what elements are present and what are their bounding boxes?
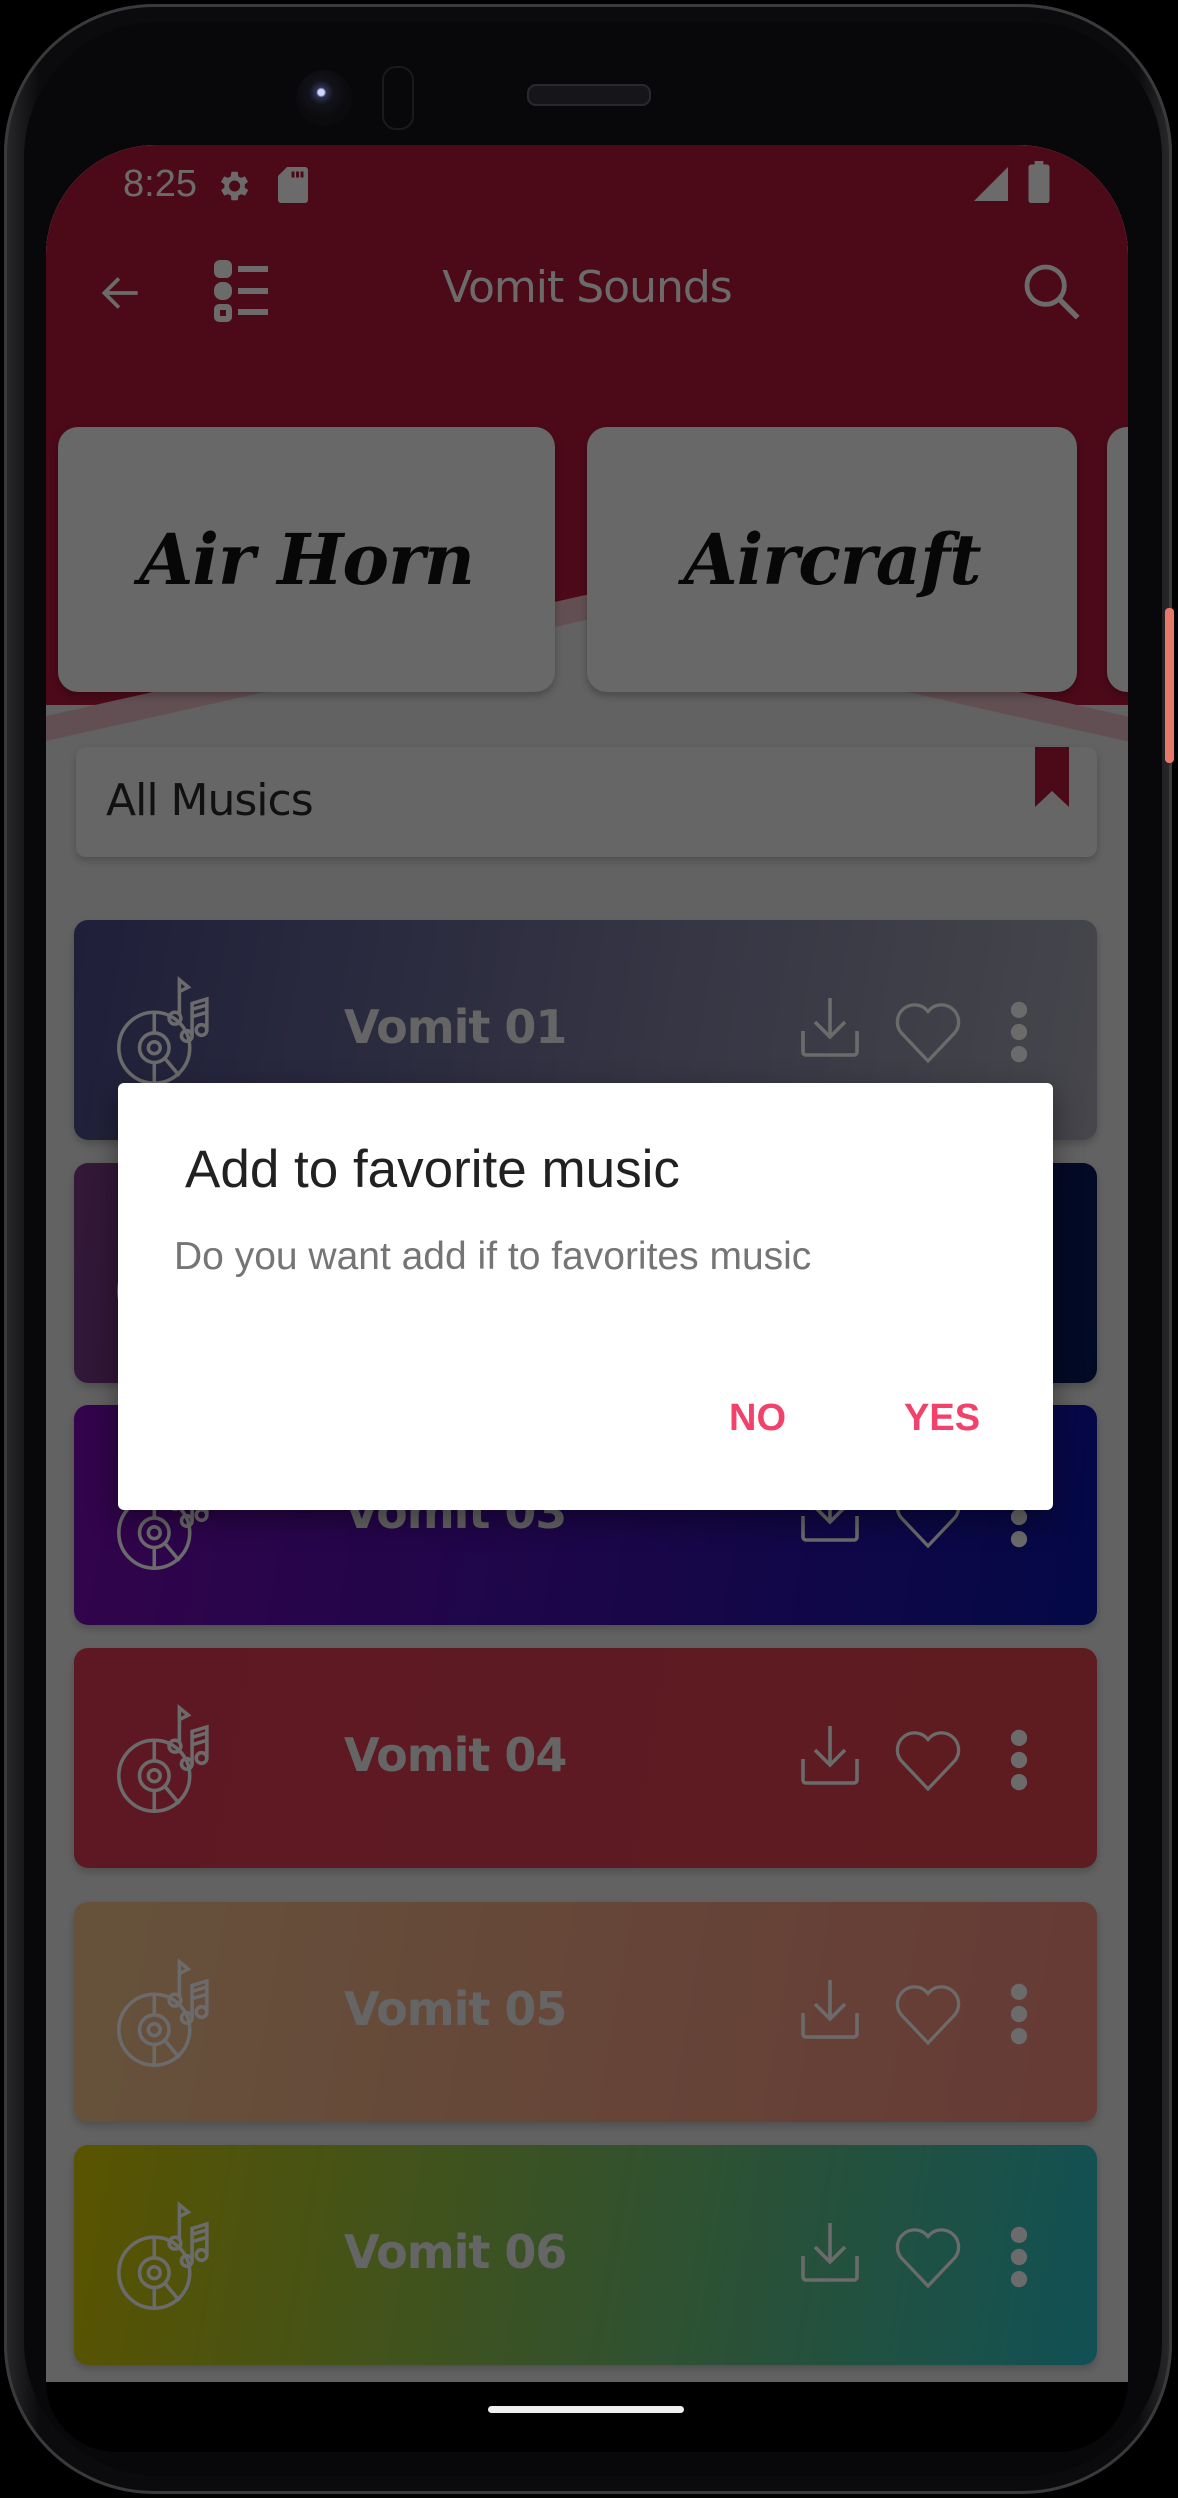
front-camera	[296, 70, 352, 126]
proximity-sensor	[382, 66, 414, 130]
app-screen: 8:25 Vomit Sou	[46, 145, 1128, 2382]
power-button[interactable]	[1165, 608, 1174, 763]
favorite-dialog: Add to favorite music Do you want add if…	[118, 1083, 1053, 1510]
no-button[interactable]: NO	[721, 1393, 794, 1444]
dialog-title: Add to favorite music	[185, 1140, 680, 1199]
dialog-message: Do you want add if to favorites music	[174, 1235, 812, 1278]
navigation-bar	[46, 2382, 1128, 2452]
earpiece-speaker	[527, 84, 651, 106]
yes-button[interactable]: YES	[896, 1393, 988, 1444]
home-gesture-handle[interactable]	[488, 2406, 684, 2413]
